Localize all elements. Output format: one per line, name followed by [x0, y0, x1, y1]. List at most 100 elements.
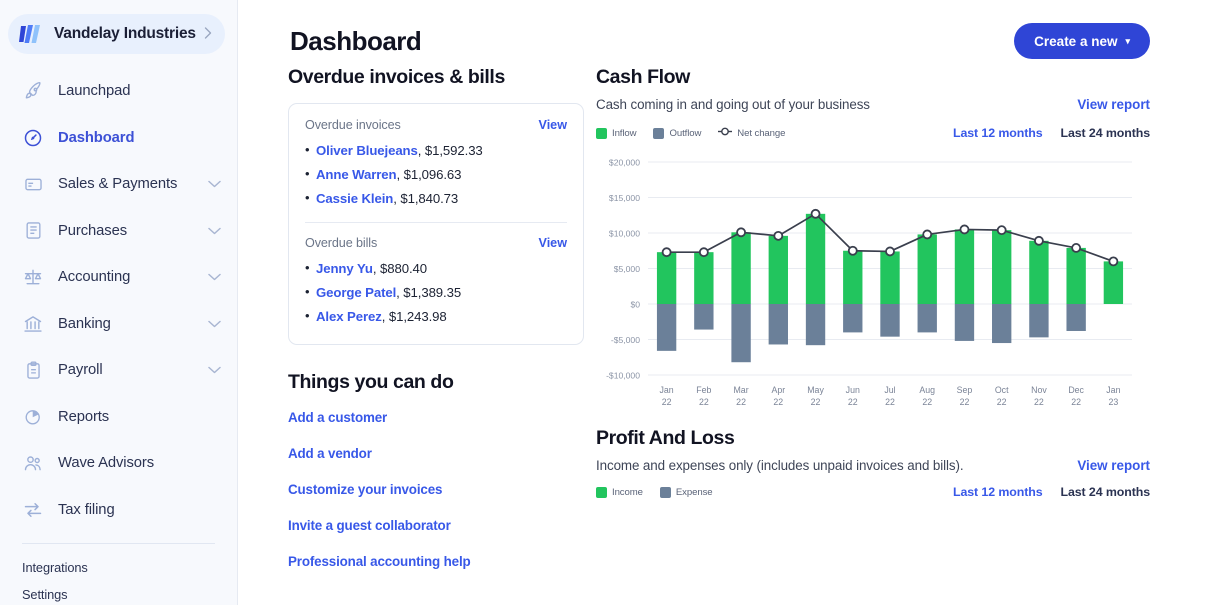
company-name: Vandelay Industries — [54, 25, 196, 42]
chevron-down-icon[interactable] — [208, 180, 221, 188]
outflow-bar — [917, 304, 937, 333]
card-divider — [305, 222, 567, 223]
x-axis-tick-label: Feb — [696, 385, 711, 395]
x-axis-tick-label: 22 — [885, 397, 895, 407]
profit-loss-last-12-months[interactable]: Last 12 months — [953, 485, 1043, 499]
sidebar-item-dashboard[interactable]: Dashboard — [0, 115, 237, 162]
x-axis-tick-label: 22 — [848, 397, 858, 407]
net-change-point — [959, 224, 970, 235]
overdue-bills-header: Overdue bills View — [305, 236, 567, 250]
legend-label: Outflow — [669, 127, 702, 139]
chevron-down-icon[interactable] — [208, 227, 221, 235]
cash-flow-last-24-months[interactable]: Last 24 months — [1061, 126, 1151, 140]
net-change-point — [736, 227, 746, 238]
x-axis-tick-label: Aug — [919, 385, 935, 395]
invoice-customer-name[interactable]: Cassie Klein — [316, 191, 393, 206]
professional-accounting-help-link[interactable]: Professional accounting help — [288, 554, 568, 569]
outflow-bar — [1029, 304, 1049, 338]
x-axis-tick-label: Jun — [846, 385, 860, 395]
sidebar-item-label: Tax filing — [58, 501, 115, 518]
add-a-vendor-link[interactable]: Add a vendor — [288, 446, 568, 461]
legend-item-inflow: Inflow — [596, 127, 637, 139]
pie-chart-icon — [22, 406, 44, 428]
sidebar-item-sales-payments[interactable]: Sales & Payments — [0, 161, 237, 208]
sidebar-item-purchases[interactable]: Purchases — [0, 208, 237, 255]
profit-loss-view-report-link[interactable]: View report — [1077, 458, 1150, 473]
chevron-down-icon[interactable] — [208, 320, 221, 328]
sidebar-item-banking[interactable]: Banking — [0, 301, 237, 348]
legend-item-expense: Expense — [659, 486, 713, 498]
chevron-down-icon[interactable] — [208, 366, 221, 374]
x-axis-tick-label: Dec — [1068, 385, 1084, 395]
sidebar-item-reports[interactable]: Reports — [0, 394, 237, 441]
sidebar-item-label: Sales & Payments — [58, 176, 178, 193]
sidebar-item-payroll[interactable]: Payroll — [0, 347, 237, 394]
cash-flow-range-toggle: Last 12 months Last 24 months — [953, 126, 1150, 140]
sidebar-item-wave-advisors[interactable]: Wave Advisors — [0, 440, 237, 487]
outflow-bar — [1066, 304, 1086, 331]
net-change-point — [698, 247, 709, 258]
net-change-point — [1071, 243, 1082, 253]
add-a-customer-link[interactable]: Add a customer — [288, 410, 568, 425]
view-bills-link[interactable]: View — [539, 236, 567, 250]
inflow-swatch — [596, 127, 607, 139]
main-content: Dashboard Create a new ▾ Overdue invoice… — [238, 0, 1228, 605]
sidebar-item-label: Accounting — [58, 269, 131, 286]
cash-flow-subheader: Cash coming in and going out of your bus… — [596, 97, 1150, 112]
net-change-point — [810, 208, 821, 219]
x-axis-tick-label: 23 — [1108, 397, 1118, 407]
sidebar-item-launchpad[interactable]: Launchpad — [0, 68, 237, 115]
view-invoices-link[interactable]: View — [539, 118, 567, 132]
y-axis-tick-label: $15,000 — [609, 193, 640, 203]
profit-loss-last-24-months[interactable]: Last 24 months — [1061, 485, 1151, 499]
sidebar-item-label: Reports — [58, 408, 110, 425]
sidebar-item-accounting[interactable]: Accounting — [0, 254, 237, 301]
sidebar-item-settings[interactable]: Settings — [0, 581, 237, 605]
profit-loss-title: Profit And Loss — [596, 427, 735, 449]
y-axis-tick-label: -$10,000 — [606, 370, 640, 380]
sidebar-item-label: Launchpad — [58, 83, 131, 100]
overdue-invoices-label: Overdue invoices — [305, 118, 401, 132]
outflow-bar — [731, 304, 751, 363]
invoice-amount: $1,840.73 — [400, 190, 459, 206]
cash-flow-last-12-months[interactable]: Last 12 months — [953, 126, 1043, 140]
list-item: George Patel, $1,389.35 — [305, 280, 567, 304]
y-axis-tick-label: $0 — [630, 299, 640, 309]
overdue-invoices-header: Overdue invoices View — [305, 118, 567, 132]
customize-your-invoices-link[interactable]: Customize your invoices — [288, 482, 568, 497]
outflow-swatch — [653, 127, 665, 139]
net-change-point — [1108, 256, 1119, 267]
net-change-point — [1034, 235, 1044, 246]
bill-vendor-name[interactable]: George Patel — [316, 285, 396, 300]
invoice-customer-name[interactable]: Oliver Bluejeans — [316, 143, 418, 158]
x-axis-tick-label: May — [807, 385, 824, 395]
profit-loss-description: Income and expenses only (includes unpai… — [596, 458, 964, 473]
bill-vendor-name[interactable]: Alex Perez — [316, 309, 382, 324]
create-a-new-button[interactable]: Create a new ▾ — [1014, 23, 1150, 59]
cash-flow-view-report-link[interactable]: View report — [1077, 97, 1150, 112]
inflow-bar — [731, 232, 751, 304]
invoice-customer-name[interactable]: Anne Warren — [316, 167, 397, 182]
legend-label: Inflow — [612, 127, 637, 139]
things-section-title: Things you can do — [288, 371, 454, 393]
wave-logo-icon — [18, 23, 44, 45]
right-column: Cash Flow Cash coming in and going out o… — [568, 66, 1228, 590]
overdue-invoices-list: Oliver Bluejeans, $1,592.33 Anne Warren,… — [305, 138, 567, 210]
chevron-down-icon[interactable] — [208, 273, 221, 281]
cash-flow-chart-svg: $20,000 $15,000 $10,000 $5,000 $0 -$5,000 -$10… — [606, 157, 1132, 407]
bill-vendor-name[interactable]: Jenny Yu — [316, 261, 373, 276]
x-axis-tick-label: Mar — [733, 385, 748, 395]
sidebar-item-tax-filing[interactable]: Tax filing — [0, 487, 237, 534]
receipt-icon — [22, 220, 44, 242]
net-change-point — [996, 225, 1007, 236]
inflow-bar — [880, 251, 900, 304]
invite-a-guest-collaborator-link[interactable]: Invite a guest collaborator — [288, 518, 568, 533]
y-axis-tick-label: $20,000 — [609, 157, 640, 167]
sidebar-item-integrations[interactable]: Integrations — [0, 554, 237, 581]
sidebar-item-label: Dashboard — [58, 129, 135, 146]
x-axis-tick-label: Nov — [1031, 385, 1047, 395]
chevron-right-icon — [204, 27, 212, 41]
clipboard-icon — [22, 359, 44, 381]
company-switcher[interactable]: Vandelay Industries — [8, 14, 225, 54]
x-axis-tick-label: Jan — [1106, 385, 1120, 395]
